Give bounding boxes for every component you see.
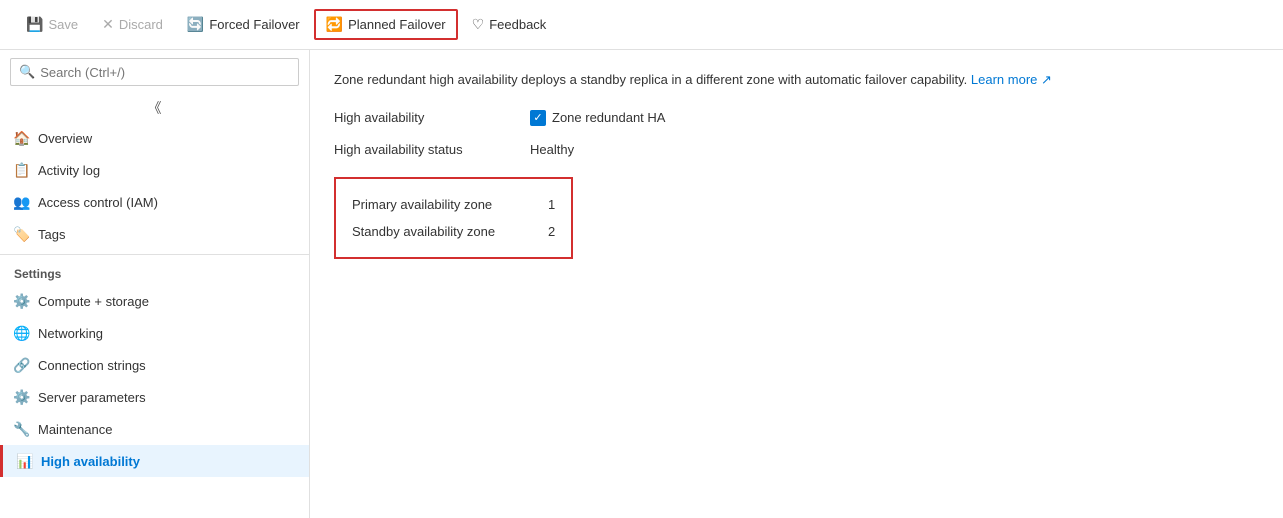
- feedback-label: Feedback: [489, 17, 546, 32]
- compute-storage-icon: ⚙️: [14, 293, 30, 309]
- search-container: 🔍: [10, 58, 299, 86]
- save-icon: 💾: [26, 16, 43, 33]
- zones-box: Primary availability zone 1 Standby avai…: [334, 177, 573, 259]
- ha-status-row: High availability status Healthy: [334, 142, 1259, 157]
- sidebar-item-connection-strings[interactable]: 🔗 Connection strings: [0, 349, 309, 381]
- sidebar-item-label: High availability: [41, 454, 140, 469]
- sidebar-nav: 🏠 Overview 📋 Activity log 👥 Access contr…: [0, 122, 309, 518]
- save-label: Save: [48, 17, 78, 32]
- standby-zone-label: Standby availability zone: [352, 224, 532, 239]
- planned-failover-button[interactable]: 🔁 Planned Failover: [314, 9, 458, 40]
- ha-value: Zone redundant HA: [552, 110, 665, 125]
- sidebar-item-label: Overview: [38, 131, 92, 146]
- access-control-icon: 👥: [14, 194, 30, 210]
- feedback-icon: ♡: [472, 16, 485, 33]
- info-text: Zone redundant high availability deploys…: [334, 70, 1259, 90]
- primary-zone-label: Primary availability zone: [352, 197, 532, 212]
- activity-log-icon: 📋: [14, 162, 30, 178]
- planned-failover-icon: 🔁: [326, 16, 343, 33]
- sidebar-item-maintenance[interactable]: 🔧 Maintenance: [0, 413, 309, 445]
- collapse-sidebar-button[interactable]: 《: [0, 94, 309, 122]
- save-button[interactable]: 💾 Save: [16, 11, 88, 38]
- feedback-button[interactable]: ♡ Feedback: [462, 11, 557, 38]
- high-availability-icon: 📊: [17, 453, 33, 469]
- sidebar-item-access-control[interactable]: 👥 Access control (IAM): [0, 186, 309, 218]
- ha-row: High availability ✓ Zone redundant HA: [334, 110, 1259, 126]
- ha-checkbox[interactable]: ✓: [530, 110, 546, 126]
- sidebar-item-label: Activity log: [38, 163, 100, 178]
- primary-zone-value: 1: [548, 197, 555, 212]
- server-parameters-icon: ⚙️: [14, 389, 30, 405]
- tags-icon: 🏷️: [14, 226, 30, 242]
- sidebar-item-high-availability[interactable]: 📊 High availability: [0, 445, 309, 477]
- sidebar-item-label: Connection strings: [38, 358, 146, 373]
- discard-icon: ✕: [102, 16, 114, 33]
- ha-status-value: Healthy: [530, 142, 574, 157]
- sidebar-item-label: Server parameters: [38, 390, 146, 405]
- forced-failover-icon: 🔄: [187, 16, 204, 33]
- sidebar-item-label: Networking: [38, 326, 103, 341]
- sidebar-item-overview[interactable]: 🏠 Overview: [0, 122, 309, 154]
- connection-strings-icon: 🔗: [14, 357, 30, 373]
- sidebar: 🔍 《 🏠 Overview 📋 Activity log 👥 Access c…: [0, 50, 310, 518]
- toolbar: 💾 Save ✕ Discard 🔄 Forced Failover 🔁 Pla…: [0, 0, 1283, 50]
- sidebar-item-networking[interactable]: 🌐 Networking: [0, 317, 309, 349]
- discard-button[interactable]: ✕ Discard: [92, 11, 173, 38]
- networking-icon: 🌐: [14, 325, 30, 341]
- ha-status-value-container: Healthy: [530, 142, 574, 157]
- discard-label: Discard: [119, 17, 163, 32]
- sidebar-item-label: Compute + storage: [38, 294, 149, 309]
- standby-zone-value: 2: [548, 224, 555, 239]
- standby-zone-row: Standby availability zone 2: [352, 218, 555, 245]
- learn-more-label: Learn more: [971, 72, 1037, 87]
- sidebar-item-compute-storage[interactable]: ⚙️ Compute + storage: [0, 285, 309, 317]
- sidebar-item-activity-log[interactable]: 📋 Activity log: [0, 154, 309, 186]
- maintenance-icon: 🔧: [14, 421, 30, 437]
- settings-section-header: Settings: [0, 254, 309, 285]
- sidebar-item-server-parameters[interactable]: ⚙️ Server parameters: [0, 381, 309, 413]
- search-icon: 🔍: [19, 64, 35, 80]
- sidebar-item-label: Tags: [38, 227, 65, 242]
- forced-failover-button[interactable]: 🔄 Forced Failover: [177, 11, 310, 38]
- sidebar-item-label: Access control (IAM): [38, 195, 158, 210]
- learn-more-link[interactable]: Learn more ↗: [971, 72, 1052, 87]
- primary-zone-row: Primary availability zone 1: [352, 191, 555, 218]
- overview-icon: 🏠: [14, 130, 30, 146]
- content-area: Zone redundant high availability deploys…: [310, 50, 1283, 518]
- planned-failover-label: Planned Failover: [348, 17, 446, 32]
- ha-label: High availability: [334, 110, 514, 125]
- ha-status-label: High availability status: [334, 142, 514, 157]
- ha-value-container: ✓ Zone redundant HA: [530, 110, 665, 126]
- sidebar-item-label: Maintenance: [38, 422, 112, 437]
- main-layout: 🔍 《 🏠 Overview 📋 Activity log 👥 Access c…: [0, 50, 1283, 518]
- sidebar-item-tags[interactable]: 🏷️ Tags: [0, 218, 309, 250]
- forced-failover-label: Forced Failover: [209, 17, 299, 32]
- info-description: Zone redundant high availability deploys…: [334, 72, 967, 87]
- search-input[interactable]: [40, 65, 290, 80]
